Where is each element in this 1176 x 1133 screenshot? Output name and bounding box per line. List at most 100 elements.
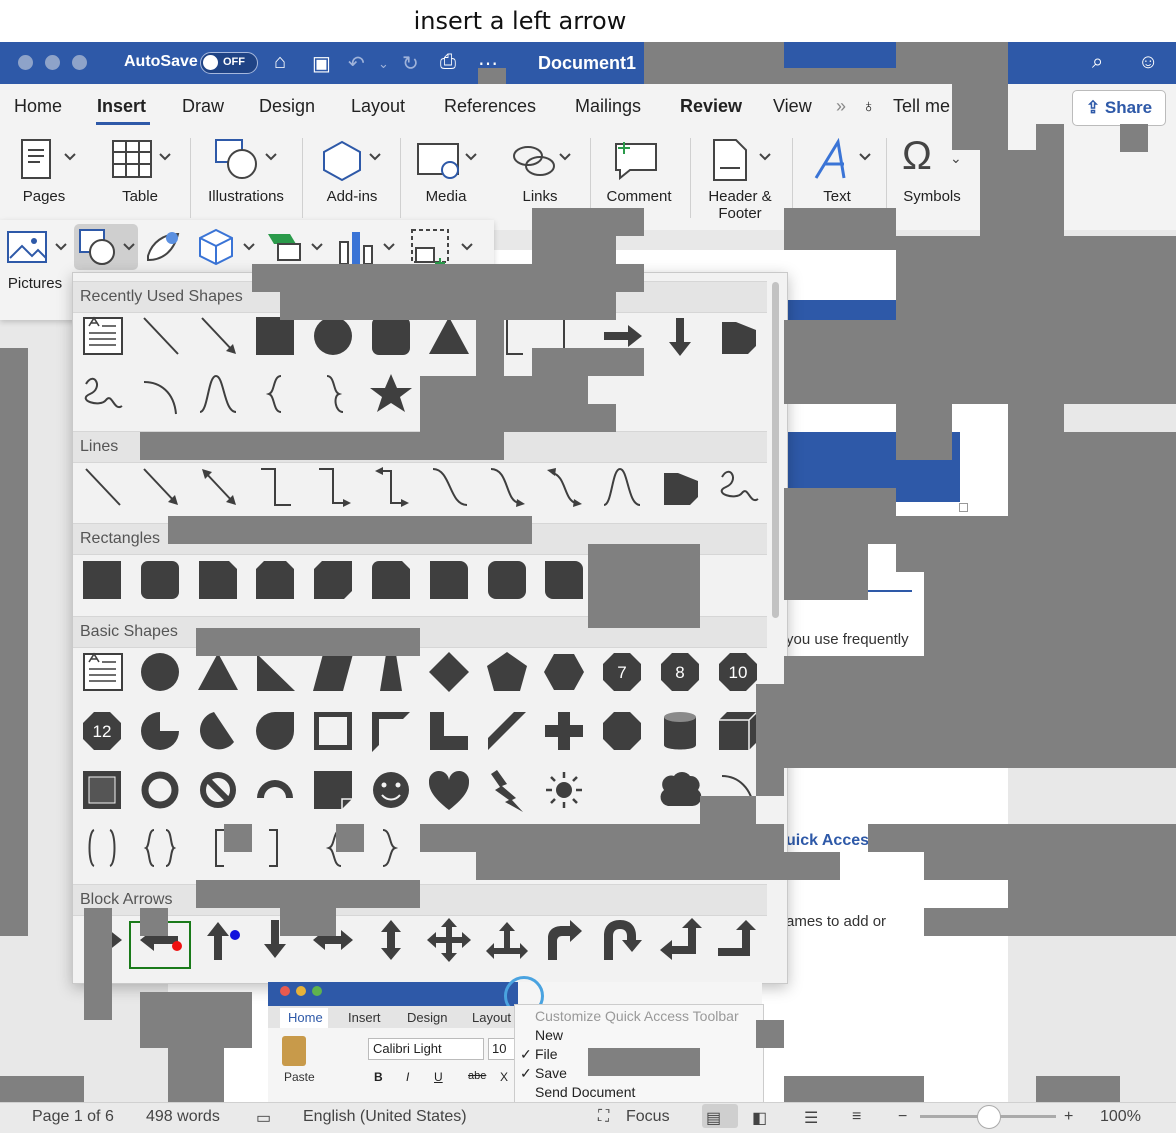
shape-rbrace-icon[interactable] [305, 368, 361, 420]
shape-rbracket-icon[interactable] [247, 822, 303, 874]
zoom-out-icon[interactable]: − [898, 1108, 907, 1126]
web-layout-icon[interactable]: ◧ [752, 1108, 767, 1128]
shape-rndd-icon[interactable] [536, 554, 592, 606]
tab-design[interactable]: Design [259, 96, 315, 117]
chart-icon[interactable] [334, 226, 396, 268]
home-icon[interactable]: ⌂ [274, 51, 286, 74]
shape-octagon-icon[interactable] [594, 705, 650, 757]
shape-uturn-icon[interactable] [594, 914, 650, 966]
focus-icon[interactable]: ⛶ [598, 1108, 609, 1126]
draft-icon[interactable]: ≡ [852, 1108, 861, 1126]
header-footer-icon[interactable] [710, 138, 774, 184]
shape-lbrace-icon[interactable] [247, 368, 303, 420]
tab-layout[interactable]: Layout [351, 96, 405, 117]
print-layout-icon[interactable]: ▤ [706, 1108, 721, 1128]
comment-icon[interactable] [612, 138, 662, 184]
undo-dropdown-icon[interactable]: ⌄ [378, 56, 389, 72]
shape-tear-icon[interactable] [247, 705, 303, 757]
add-ins-button[interactable]: Add-ins [312, 188, 392, 205]
links-button[interactable]: Links [500, 188, 580, 205]
shape-elbowarrow-icon[interactable] [305, 461, 361, 513]
more-tabs-icon[interactable]: » [836, 96, 846, 117]
shape-arrowline-icon[interactable] [132, 461, 188, 513]
pages-icon[interactable] [20, 138, 80, 184]
proofing-icon[interactable]: ▭ [256, 1108, 271, 1128]
add-ins-icon[interactable] [318, 138, 384, 184]
shapes-icon[interactable] [76, 226, 138, 268]
icons-icon[interactable] [142, 226, 186, 268]
shape-arrLRU-icon[interactable] [479, 914, 535, 966]
shape-star-icon[interactable] [363, 368, 419, 420]
save-icon[interactable]: ▣ [312, 51, 331, 76]
shape-smiley-icon[interactable] [363, 764, 419, 816]
shape-pent-icon[interactable] [479, 646, 535, 698]
shape-diamond-icon[interactable] [421, 646, 477, 698]
shape-dblbrace-icon[interactable] [132, 822, 188, 874]
shape-pie-icon[interactable] [132, 705, 188, 757]
shape-arrUD-icon[interactable] [363, 914, 419, 966]
tab-references[interactable]: References [444, 96, 536, 117]
tab-insert[interactable]: Insert [97, 96, 146, 117]
illustrations-button[interactable]: Illustrations [200, 188, 292, 205]
links-icon[interactable] [510, 138, 574, 184]
shape-downarrow-icon[interactable] [652, 310, 708, 362]
minimize-window-button[interactable] [45, 55, 60, 70]
shape-arrowline-icon[interactable] [190, 310, 246, 362]
table-button[interactable]: Table [100, 188, 180, 205]
shape-rbrace-icon[interactable] [363, 822, 419, 874]
shape-sniprnd-icon[interactable] [363, 554, 419, 606]
shape-rrect-icon[interactable] [132, 554, 188, 606]
gallery-scrollbar[interactable] [772, 282, 779, 618]
language[interactable]: English (United States) [303, 1108, 467, 1126]
shape-snipd-icon[interactable] [305, 554, 361, 606]
zoom-level[interactable]: 100% [1100, 1108, 1141, 1126]
comment-button[interactable]: Comment [598, 188, 680, 205]
3d-models-icon[interactable] [196, 226, 258, 268]
tab-mailings[interactable]: Mailings [575, 96, 641, 117]
outline-icon[interactable]: ☰ [804, 1108, 818, 1128]
shape-rect-icon[interactable] [74, 554, 130, 606]
tab-view[interactable]: View [773, 96, 812, 117]
zoom-in-icon[interactable]: + [1064, 1108, 1073, 1126]
shape-nosymbol-icon[interactable] [190, 764, 246, 816]
tab-review[interactable]: Review [680, 96, 742, 117]
shape-arrU-icon[interactable] [190, 914, 246, 966]
redo-icon[interactable]: ↻ [402, 51, 419, 76]
shape-octagon-8-icon[interactable]: 8 [652, 646, 708, 698]
shape-sun-icon[interactable] [536, 764, 592, 816]
header-footer-line2[interactable]: Footer [700, 205, 780, 222]
pictures-icon[interactable] [6, 228, 68, 268]
close-window-button[interactable] [18, 55, 33, 70]
header-footer-line1[interactable]: Header & [700, 188, 780, 205]
shape-bolt-icon[interactable] [479, 764, 535, 816]
shape-folded-icon[interactable] [305, 764, 361, 816]
text-button[interactable]: Text [798, 188, 876, 205]
shape-bevel-icon[interactable] [74, 764, 130, 816]
shape-textbox-icon[interactable] [74, 310, 130, 362]
shape-halfframe-icon[interactable] [363, 705, 419, 757]
shape-dblarrowline-icon[interactable] [190, 461, 246, 513]
shape-elbow-icon[interactable] [247, 461, 303, 513]
zoom-slider-knob[interactable] [977, 1105, 1001, 1129]
pages-button[interactable]: Pages [4, 188, 84, 205]
word-count[interactable]: 498 words [146, 1108, 220, 1126]
shape-blockarc-icon[interactable] [247, 764, 303, 816]
shape-snip-icon[interactable] [247, 554, 303, 606]
shape-rnd-icon[interactable] [479, 554, 535, 606]
shape-dblbracket-icon[interactable] [74, 822, 130, 874]
shape-line-icon[interactable] [132, 310, 188, 362]
shape-plus-icon[interactable] [536, 705, 592, 757]
smartart-icon[interactable] [264, 226, 326, 268]
shape-chord-icon[interactable] [190, 705, 246, 757]
media-icon[interactable] [416, 138, 480, 184]
shape-donut-icon[interactable] [132, 764, 188, 816]
media-button[interactable]: Media [406, 188, 486, 205]
shape-rnd-icon[interactable] [421, 554, 477, 606]
shape-freeform-icon[interactable] [652, 461, 708, 513]
shape-curve-icon[interactable] [421, 461, 477, 513]
pictures-button[interactable]: Pictures [0, 275, 70, 292]
share-button[interactable]: ⇪ Share [1072, 90, 1166, 126]
shape-bentR-icon[interactable] [536, 914, 592, 966]
illustrations-icon[interactable] [212, 138, 280, 184]
zoom-window-button[interactable] [72, 55, 87, 70]
